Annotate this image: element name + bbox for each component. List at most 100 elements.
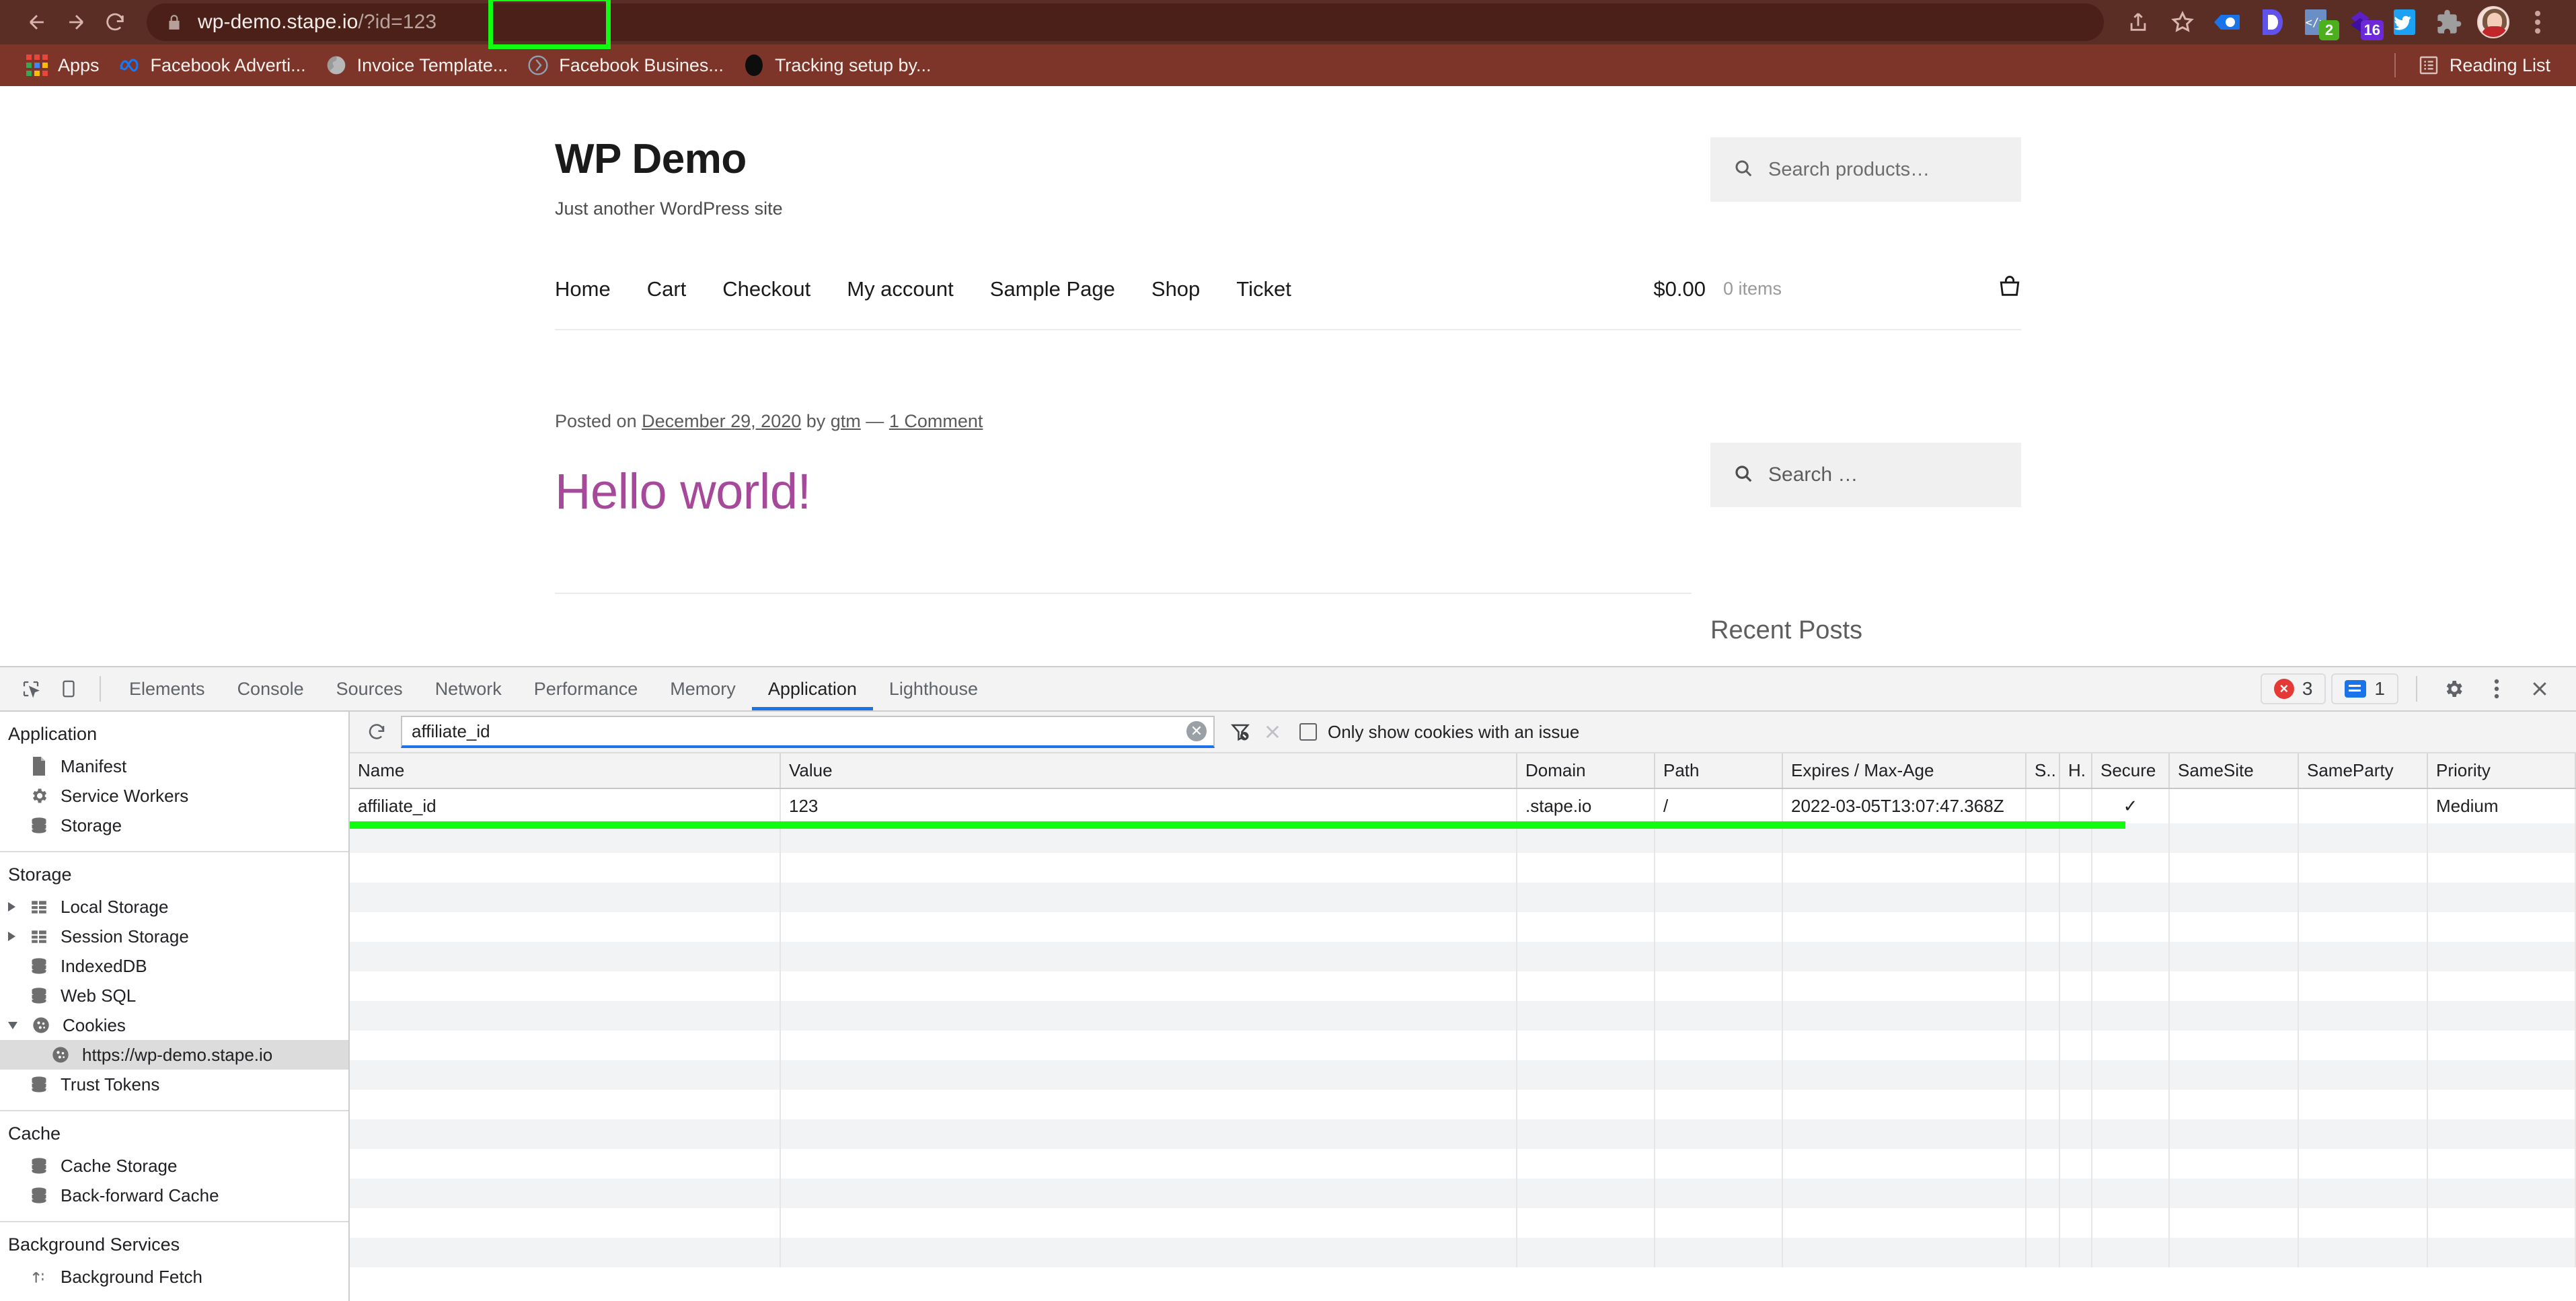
- sidebar-item-back-forward-cache[interactable]: Back-forward Cache: [0, 1181, 348, 1210]
- site-description: Just another WordPress site: [555, 198, 783, 219]
- tab-memory[interactable]: Memory: [654, 667, 752, 710]
- sidebar-group-storage: Storage Local Storage Session Storage In…: [0, 852, 348, 1111]
- profile-avatar[interactable]: [2472, 1, 2514, 43]
- extension-twitter-icon[interactable]: [2384, 1, 2425, 43]
- tab-performance[interactable]: Performance: [518, 667, 654, 710]
- sidebar-item-storage[interactable]: Storage: [0, 811, 348, 840]
- bookmark-facebook-business[interactable]: Facebook Busines...: [517, 50, 733, 81]
- sidebar-item-cache-storage[interactable]: Cache Storage: [0, 1151, 348, 1181]
- cookie-filter-input[interactable]: [412, 720, 1186, 742]
- table-filler-row: [350, 1238, 2576, 1267]
- address-bar[interactable]: wp-demo.stape.io/?id=123: [147, 0, 2104, 49]
- bookmark-apps[interactable]: Apps: [16, 50, 109, 81]
- devtools-tabs: Elements Console Sources Network Perform…: [113, 667, 994, 710]
- share-icon[interactable]: [2117, 1, 2159, 43]
- chevron-down-icon[interactable]: [8, 1021, 17, 1029]
- refresh-icon[interactable]: [361, 716, 393, 748]
- sidebar-item-cookies[interactable]: Cookies: [0, 1010, 348, 1040]
- sidebar-item-trust-tokens[interactable]: Trust Tokens: [0, 1070, 348, 1099]
- sidebar-item-indexeddb[interactable]: IndexedDB: [0, 951, 348, 981]
- nav-item-checkout[interactable]: Checkout: [704, 277, 829, 301]
- cookies-table: Name Value Domain Path Expires / Max-Age…: [350, 753, 2576, 1267]
- checkbox-icon[interactable]: [1299, 723, 1317, 741]
- tab-application[interactable]: Application: [751, 667, 874, 710]
- extension-code-icon[interactable]: </> 2: [2295, 1, 2339, 43]
- sidebar-item-cookie-origin[interactable]: https://wp-demo.stape.io: [0, 1040, 348, 1070]
- tab-lighthouse[interactable]: Lighthouse: [873, 667, 994, 710]
- nav-item-shop[interactable]: Shop: [1133, 277, 1218, 301]
- sidebar-item-manifest[interactable]: Manifest: [0, 751, 348, 781]
- devtools-more-menu-icon[interactable]: [2478, 670, 2515, 708]
- chevron-right-icon[interactable]: [8, 932, 15, 941]
- chrome-menu-icon[interactable]: [2517, 1, 2559, 43]
- column-header-priority[interactable]: Priority: [2427, 753, 2576, 789]
- table-filler-row: [350, 1001, 2576, 1031]
- sidebar-item-label: Local Storage: [61, 896, 169, 917]
- column-header-name[interactable]: Name: [350, 753, 781, 789]
- sidebar-item-service-workers[interactable]: Service Workers: [0, 781, 348, 811]
- sidebar-search-box[interactable]: Search …: [1710, 443, 2021, 507]
- bookmark-invoice-template[interactable]: Invoice Template...: [315, 50, 518, 81]
- message-counter[interactable]: 1: [2331, 673, 2398, 704]
- url-text: wp-demo.stape.io/?id=123: [198, 11, 437, 34]
- reading-list-button[interactable]: Reading List: [2408, 50, 2560, 81]
- cell-domain: .stape.io: [1517, 788, 1655, 823]
- sidebar-item-local-storage[interactable]: Local Storage: [0, 892, 348, 922]
- bookmark-star-icon[interactable]: [2162, 1, 2203, 43]
- gear-icon[interactable]: [2435, 670, 2472, 708]
- clear-all-cookies-icon[interactable]: [1224, 716, 1256, 748]
- column-header-domain[interactable]: Domain: [1517, 753, 1655, 789]
- sidebar-item-web-sql[interactable]: Web SQL: [0, 981, 348, 1010]
- column-header-sameparty[interactable]: SameParty: [2298, 753, 2428, 789]
- nav-item-ticket[interactable]: Ticket: [1218, 277, 1310, 301]
- cell-priority: Medium: [2427, 788, 2576, 823]
- extension-d-icon[interactable]: [2250, 1, 2292, 43]
- column-header-samesite[interactable]: SameSite: [2169, 753, 2299, 789]
- column-header-expires[interactable]: Expires / Max-Age: [1782, 753, 2026, 789]
- post-date-link[interactable]: December 29, 2020: [642, 411, 801, 431]
- bookmark-facebook-advertising[interactable]: Facebook Adverti...: [109, 50, 315, 81]
- back-button[interactable]: [17, 3, 56, 42]
- column-header-size[interactable]: S..: [2026, 753, 2060, 789]
- post-comments-link[interactable]: 1 Comment: [889, 411, 983, 431]
- chevron-right-icon[interactable]: [8, 902, 15, 912]
- tab-sources[interactable]: Sources: [320, 667, 419, 710]
- extensions-puzzle-icon[interactable]: [2428, 1, 2470, 43]
- nav-item-cart[interactable]: Cart: [629, 277, 705, 301]
- toggle-device-toolbar-icon[interactable]: [50, 670, 87, 708]
- sidebar-item-session-storage[interactable]: Session Storage: [0, 922, 348, 951]
- reload-button[interactable]: [96, 3, 135, 42]
- sidebar-item-background-fetch[interactable]: Background Fetch: [0, 1262, 348, 1292]
- column-header-httponly[interactable]: H.: [2059, 753, 2092, 789]
- column-header-secure[interactable]: Secure: [2092, 753, 2170, 789]
- cookie-row-highlight: [350, 821, 2125, 829]
- cell-value: 123: [780, 788, 1517, 823]
- table-filler-row: [350, 912, 2576, 942]
- extension-layers-badge: 16: [2360, 20, 2384, 40]
- bookmark-tracking-setup[interactable]: Tracking setup by...: [733, 50, 941, 81]
- cell-name: affiliate_id: [350, 788, 781, 823]
- nav-item-my-account[interactable]: My account: [829, 277, 972, 301]
- column-header-value[interactable]: Value: [780, 753, 1517, 789]
- clear-circle-icon[interactable]: ✕: [1186, 721, 1207, 741]
- tab-console[interactable]: Console: [221, 667, 320, 710]
- close-devtools-icon[interactable]: [2521, 670, 2559, 708]
- forward-button[interactable]: [56, 3, 96, 42]
- extension-layers-icon[interactable]: 16: [2339, 1, 2384, 43]
- inspect-element-icon[interactable]: [12, 670, 50, 708]
- delete-icon[interactable]: [1256, 716, 1289, 748]
- only-issues-checkbox[interactable]: Only show cookies with an issue: [1299, 722, 1579, 743]
- post-author-link[interactable]: gtm: [831, 411, 861, 431]
- tab-elements[interactable]: Elements: [113, 667, 221, 710]
- extension-tag-icon[interactable]: [2206, 1, 2248, 43]
- column-header-path[interactable]: Path: [1655, 753, 1783, 789]
- reading-list-icon: [2417, 54, 2440, 77]
- bookmark-label: Facebook Busines...: [559, 54, 724, 75]
- nav-item-home[interactable]: Home: [555, 277, 629, 301]
- table-row[interactable]: affiliate_id 123 .stape.io / 2022-03-05T…: [350, 788, 2576, 823]
- nav-item-sample-page[interactable]: Sample Page: [972, 277, 1133, 301]
- tab-network[interactable]: Network: [419, 667, 518, 710]
- cookie-filter-field[interactable]: ✕: [401, 716, 1215, 748]
- error-counter[interactable]: × 3: [2260, 673, 2326, 704]
- table-filler-row: [350, 971, 2576, 1001]
